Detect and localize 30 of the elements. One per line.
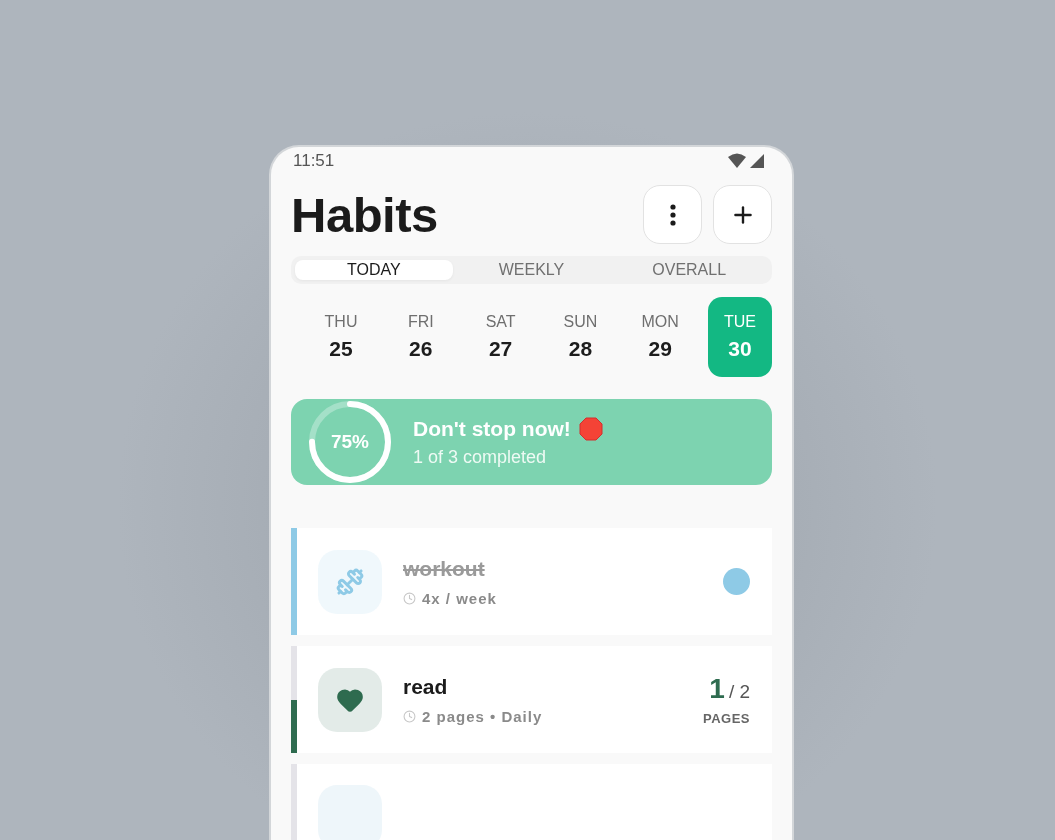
wifi-signal-icon bbox=[726, 152, 766, 170]
day-item[interactable]: THU 25 bbox=[309, 297, 373, 377]
stop-sign-icon bbox=[578, 416, 603, 441]
more-button[interactable] bbox=[643, 185, 702, 244]
clock-icon bbox=[403, 709, 416, 723]
page-title: Habits bbox=[291, 186, 438, 243]
habit-name: workout bbox=[403, 556, 485, 581]
habit-schedule: 4x / week bbox=[422, 589, 497, 607]
count-value: 1 bbox=[709, 673, 725, 705]
dumbbell-icon bbox=[336, 567, 364, 596]
banner-subtitle: 1 of 3 completed bbox=[413, 446, 548, 468]
clock-icon bbox=[403, 591, 416, 605]
day-item[interactable]: SUN 28 bbox=[548, 297, 613, 377]
banner-title: Don't stop now! bbox=[413, 416, 571, 441]
count-target: / 2 bbox=[728, 681, 750, 703]
tab[interactable]: OVERALL bbox=[610, 260, 768, 280]
count-unit: PAGES bbox=[702, 711, 750, 726]
habit-name: read bbox=[403, 674, 448, 699]
status-time: 11:51 bbox=[293, 151, 335, 171]
add-button[interactable] bbox=[713, 185, 772, 244]
habit-card[interactable]: read 2 pages • Daily 1/ 2 PAGES bbox=[291, 646, 772, 753]
day-item[interactable]: SAT 27 bbox=[468, 297, 533, 377]
more-icon bbox=[669, 203, 676, 226]
habit-schedule: 2 pages • Daily bbox=[422, 707, 543, 725]
tab[interactable]: WEEKLY bbox=[452, 260, 611, 280]
status-dot[interactable] bbox=[723, 568, 750, 595]
day-item[interactable]: MON 29 bbox=[628, 297, 693, 377]
progress-percent: 75% bbox=[330, 431, 370, 453]
tab[interactable]: TODAY bbox=[295, 260, 453, 280]
day-item[interactable]: FRI 26 bbox=[388, 297, 453, 377]
